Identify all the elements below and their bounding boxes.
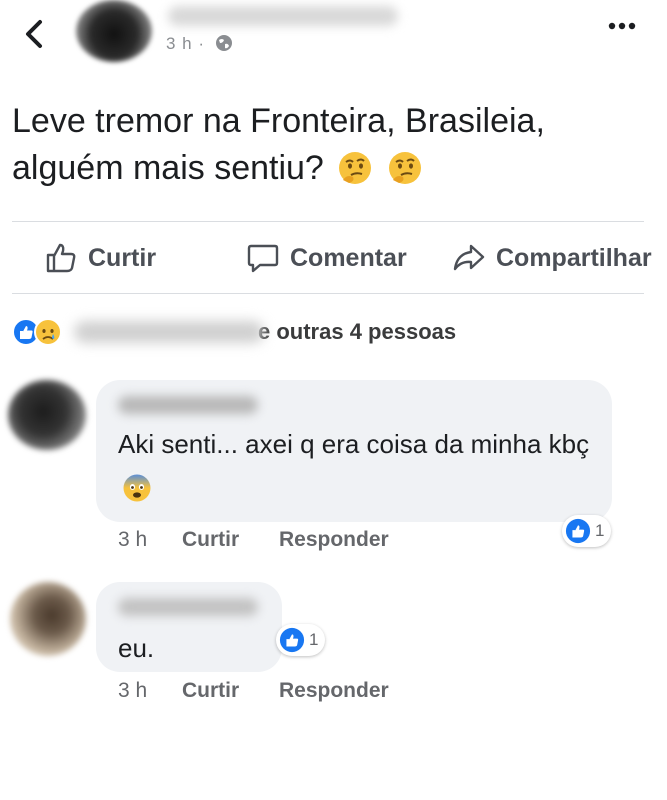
sad-reaction-icon bbox=[34, 318, 62, 346]
comment-like-button[interactable]: Curtir bbox=[182, 528, 239, 552]
chevron-left-icon bbox=[26, 20, 42, 48]
commenter-avatar[interactable] bbox=[8, 380, 86, 450]
post-time: 3 h bbox=[166, 34, 193, 53]
divider bbox=[12, 293, 644, 294]
post-body: Leve tremor na Fronteira, Brasileia, alg… bbox=[12, 98, 652, 192]
like-count: 1 bbox=[309, 630, 319, 649]
divider bbox=[12, 221, 644, 222]
reactor-names-blurred bbox=[74, 321, 264, 343]
comment-meta: 3 h bbox=[118, 528, 147, 552]
comment-text: Aki senti... axei q era coisa da minha k… bbox=[118, 429, 590, 459]
author-avatar[interactable] bbox=[76, 0, 152, 62]
author-name-blurred[interactable] bbox=[168, 6, 398, 26]
comment-time: 3 h bbox=[118, 679, 148, 702]
share-label: Compartilhar bbox=[496, 243, 652, 272]
back-button[interactable] bbox=[18, 14, 52, 54]
thinking-face-icon bbox=[388, 152, 421, 184]
comment-label: Comentar bbox=[290, 243, 407, 272]
reactions-summary[interactable]: e outras 4 pessoas bbox=[12, 316, 456, 348]
comment-reply-button[interactable]: Responder bbox=[279, 679, 389, 703]
globe-icon bbox=[215, 35, 232, 51]
comment-meta: 3 h bbox=[118, 679, 147, 703]
reactions-text: e outras 4 pessoas bbox=[258, 319, 457, 344]
commenter-name-blurred[interactable] bbox=[118, 396, 258, 414]
comment-like-button[interactable]: Curtir bbox=[182, 679, 239, 703]
comment-reply-button[interactable]: Responder bbox=[279, 528, 389, 552]
comment-body: Aki senti... axei q era coisa da minha k… bbox=[118, 422, 598, 510]
comment-like-count[interactable]: 1 bbox=[562, 515, 612, 547]
like-label: Curtir bbox=[88, 243, 157, 272]
comment-time: 3 h bbox=[118, 528, 148, 551]
post-meta: 3 h · bbox=[166, 34, 233, 54]
commenter-name-blurred[interactable] bbox=[118, 598, 258, 616]
like-button[interactable]: Curtir bbox=[44, 238, 156, 278]
comment-like-count[interactable]: 1 bbox=[276, 624, 326, 656]
fearful-face-icon bbox=[123, 474, 151, 502]
ellipsis-icon bbox=[608, 22, 636, 30]
comment-text: eu. bbox=[118, 633, 155, 663]
like-reaction-icon bbox=[565, 518, 591, 544]
share-arrow-icon bbox=[453, 244, 485, 271]
thinking-face-icon bbox=[339, 152, 372, 184]
commenter-avatar[interactable] bbox=[10, 582, 86, 656]
share-button[interactable]: Compartilhar bbox=[452, 238, 652, 278]
more-options-button[interactable] bbox=[604, 16, 640, 36]
thumbs-up-icon bbox=[46, 243, 76, 273]
meta-separator: · bbox=[198, 34, 206, 53]
comment-button[interactable]: Comentar bbox=[246, 238, 407, 278]
like-reaction-icon bbox=[279, 627, 305, 653]
comment-bubble-icon bbox=[247, 244, 279, 273]
like-count: 1 bbox=[595, 521, 605, 540]
post-text: Leve tremor na Fronteira, Brasileia, alg… bbox=[12, 102, 545, 187]
